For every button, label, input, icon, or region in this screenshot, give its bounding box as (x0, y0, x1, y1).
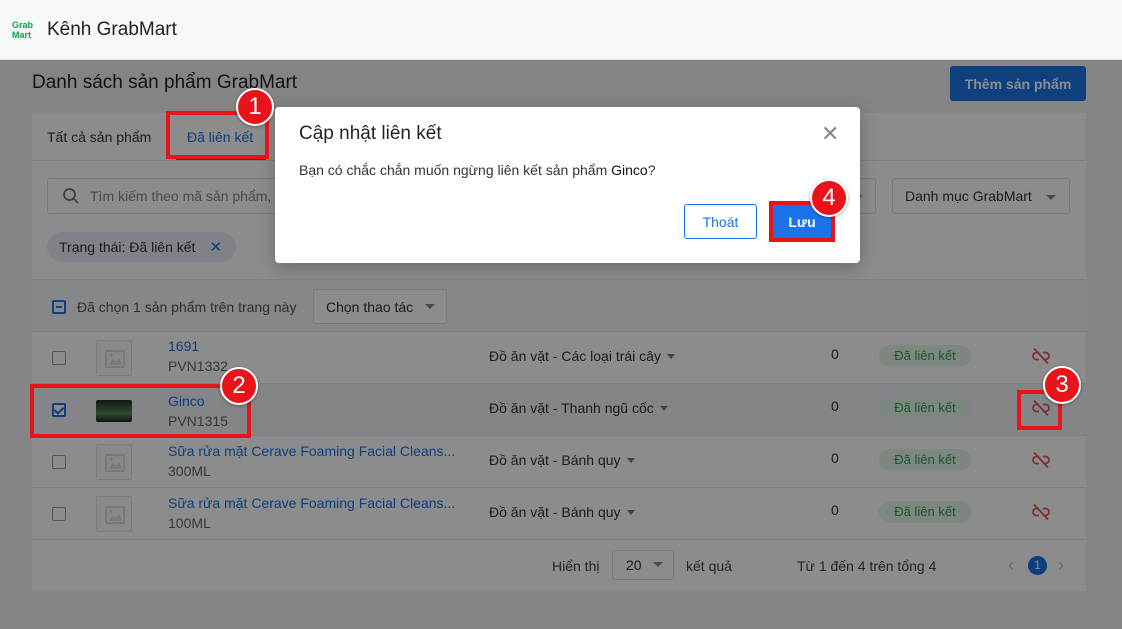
highlight-box-step2 (30, 384, 251, 438)
dialog-message-prefix: Bạn có chắc chắn muốn ngừng liên kết sản… (299, 162, 612, 178)
dialog-message-suffix: ? (647, 162, 656, 178)
logo-line-2: Mart (12, 29, 32, 40)
step-badge-1: 1 (236, 88, 274, 126)
cancel-button[interactable]: Thoát (684, 204, 757, 239)
app-title: Kênh GrabMart (47, 18, 177, 40)
logo-line-1: Grab (12, 19, 34, 30)
dialog-message: Bạn có chắc chắn muốn ngừng liên kết sản… (299, 162, 656, 178)
close-icon[interactable]: ✕ (821, 123, 839, 145)
step-badge-3: 3 (1043, 366, 1081, 404)
step-badge-2: 2 (220, 367, 258, 405)
dialog-title: Cập nhật liên kết (299, 123, 442, 144)
grabmart-logo: Grab Mart (12, 19, 38, 41)
dialog-product-name: Ginco (611, 162, 648, 178)
step-badge-4: 4 (810, 179, 848, 217)
top-bar: Grab Mart Kênh GrabMart (0, 0, 1122, 60)
